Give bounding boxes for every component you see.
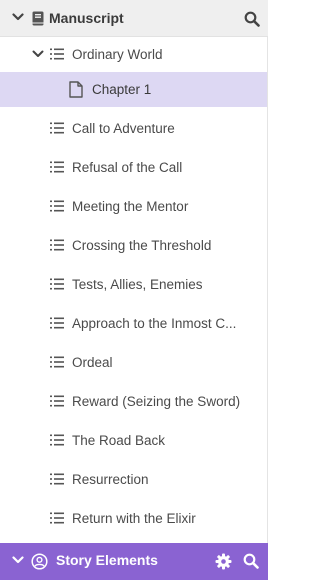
tree-item[interactable]: Refusal of the Call <box>0 150 267 185</box>
search-icon[interactable] <box>244 11 260 27</box>
tree-item-label: Reward (Seizing the Sword) <box>72 394 241 409</box>
tree-item[interactable]: The Road Back <box>0 423 267 458</box>
tree-item-ordinary-world[interactable]: Ordinary World <box>0 37 267 72</box>
tree-item[interactable]: Meeting the Mentor <box>0 189 267 224</box>
story-elements-title: Story Elements <box>56 552 158 568</box>
list-icon <box>50 48 64 60</box>
tree-item[interactable]: Return with the Elixir <box>0 501 267 536</box>
tree-item[interactable]: Approach to the Inmost C... <box>0 306 267 341</box>
manuscript-title: Manuscript <box>49 10 124 26</box>
tree-item-label: Approach to the Inmost C... <box>72 316 237 331</box>
manuscript-header[interactable]: Manuscript <box>0 0 268 37</box>
tree-item-label: Chapter 1 <box>92 82 152 97</box>
tree-item-label: Refusal of the Call <box>72 160 183 175</box>
chevron-down-icon[interactable] <box>12 555 24 565</box>
tree-item-label: Tests, Allies, Enemies <box>72 277 203 292</box>
story-elements-header[interactable]: Story Elements <box>0 543 268 580</box>
tree-item-chapter-1[interactable]: Chapter 1 <box>0 72 267 107</box>
list-icon <box>50 395 64 407</box>
tree-item[interactable]: Reward (Seizing the Sword) <box>0 384 267 419</box>
gear-icon[interactable] <box>215 553 232 570</box>
tree-item[interactable]: Ordeal <box>0 345 267 380</box>
tree-item[interactable]: Crossing the Threshold <box>0 228 267 263</box>
tree-item-label: Resurrection <box>72 472 149 487</box>
search-icon[interactable] <box>243 553 259 569</box>
chevron-down-icon[interactable] <box>32 50 44 59</box>
person-icon <box>31 553 48 570</box>
document-icon <box>69 81 83 98</box>
tree-item-label: Call to Adventure <box>72 121 175 136</box>
tree-item-label: Ordeal <box>72 355 113 370</box>
tree-item[interactable]: Call to Adventure <box>0 111 267 146</box>
list-icon <box>50 434 64 446</box>
tree-item-label: Crossing the Threshold <box>72 238 212 253</box>
tree-item[interactable]: Tests, Allies, Enemies <box>0 267 267 302</box>
list-icon <box>50 200 64 212</box>
chevron-down-icon[interactable] <box>12 12 24 22</box>
tree-item-label: Ordinary World <box>72 47 163 62</box>
list-icon <box>50 278 64 290</box>
tree-item-label: Meeting the Mentor <box>72 199 189 214</box>
tree-item-label: The Road Back <box>72 433 166 448</box>
book-icon <box>32 11 44 26</box>
list-icon <box>50 473 64 485</box>
list-icon <box>50 356 64 368</box>
list-icon <box>50 239 64 251</box>
manuscript-panel: Manuscript Ordinary World Chapter 1 Call… <box>0 0 268 580</box>
list-icon <box>50 317 64 329</box>
list-icon <box>50 122 64 134</box>
tree-item-label: Return with the Elixir <box>72 511 196 526</box>
tree-item[interactable]: Resurrection <box>0 462 267 497</box>
list-icon <box>50 161 64 173</box>
list-icon <box>50 512 64 524</box>
